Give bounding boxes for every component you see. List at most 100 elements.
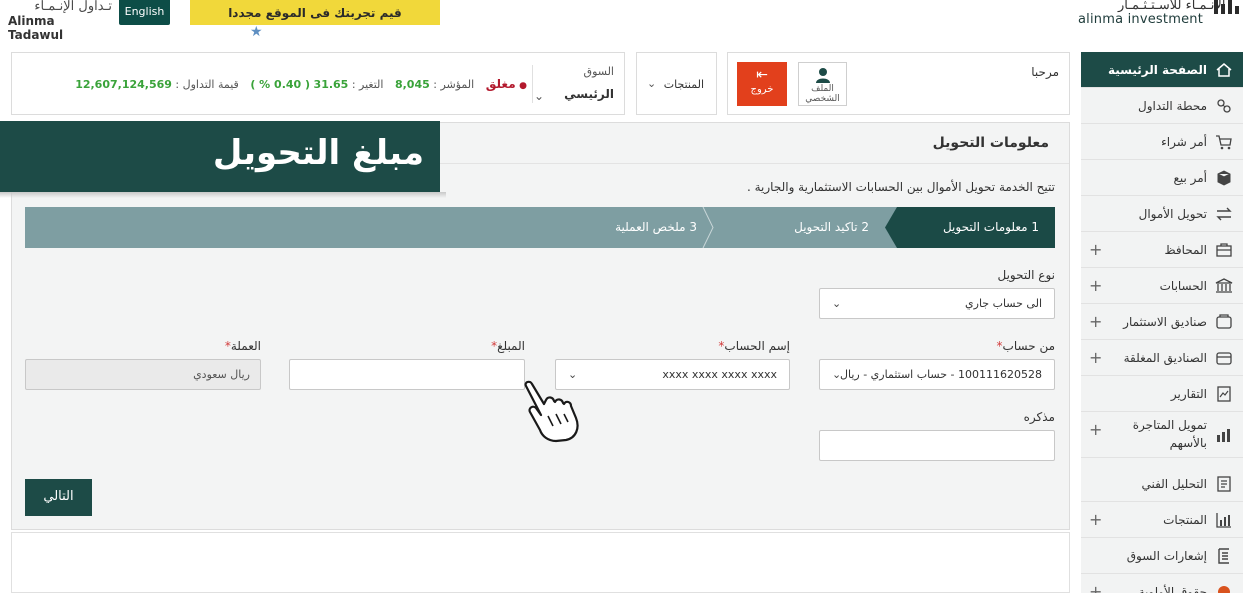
caption-text: مبلغ التحويل <box>212 133 424 173</box>
user-icon <box>815 68 830 83</box>
page-description: تتيح الخدمة تحويل الأموال بين الحسابات ا… <box>746 180 1055 194</box>
divider <box>532 65 533 103</box>
sidebar-item-technical-analysis[interactable]: التحليل الفني <box>1081 466 1243 502</box>
sidebar-item-reports[interactable]: التقارير <box>1081 376 1243 412</box>
sidebar-item-label: الحسابات <box>1159 279 1207 293</box>
step-separator <box>702 207 714 248</box>
sidebar-item-products[interactable]: المنتجات + <box>1081 502 1243 538</box>
market-ticker: ● مغلق المؤشر : 8,045 التغير : 31.65 ( 0… <box>75 77 527 95</box>
index-label: المؤشر : <box>433 78 475 91</box>
logo-arabic-text: تـداول الإنـمـاء <box>34 0 112 14</box>
currency-label-text: العملة <box>230 339 261 353</box>
memo-input[interactable] <box>819 430 1055 461</box>
currency-value: ريال سعودي <box>193 368 250 381</box>
expand-plus-icon[interactable]: + <box>1089 276 1102 295</box>
market-status-panel: السوق الرئيسي ⌄ ● مغلق المؤشر : 8,045 ال… <box>11 52 625 115</box>
sidebar-item-label: المنتجات <box>1163 513 1207 527</box>
sidebar-item-closed-funds[interactable]: الصناديق المغلقة + <box>1081 340 1243 376</box>
wizard-steps: 1 معلومات التحويل 2 تاكيد التحويل 3 ملخص… <box>25 207 1055 248</box>
closed-fund-icon <box>1216 352 1232 365</box>
sidebar-item-portfolios[interactable]: المحافظ + <box>1081 232 1243 268</box>
expand-plus-icon[interactable]: + <box>1089 348 1102 367</box>
sidebar-item-buy-order[interactable]: أمر شراء <box>1081 124 1243 160</box>
products-dropdown[interactable]: المنتجات ⌄ <box>636 52 717 115</box>
account-name-value: xxxx xxxx xxxx xxxx <box>662 368 777 381</box>
logo-english-text: Alinma Tadawul <box>8 14 64 42</box>
transfer-arrows-icon <box>1216 207 1232 221</box>
home-icon <box>1216 63 1232 77</box>
sidebar-item-label: محطة التداول <box>1137 99 1207 113</box>
from-account-value: 100111620528 - حساب استثماري - ريال <box>840 368 1042 381</box>
sidebar-item-label: إشعارات السوق <box>1126 549 1207 563</box>
memo-label: مذكره <box>1023 410 1055 424</box>
account-name-label: إسم الحساب* <box>714 339 790 353</box>
sidebar-item-trading-station[interactable]: محطة التداول <box>1081 88 1243 124</box>
market-selector[interactable]: السوق الرئيسي ⌄ <box>532 53 614 114</box>
step-2: 2 تاكيد التحويل <box>794 220 869 234</box>
alinma-investment-logo[interactable]: الإنـمـاء للاسـتـثـمـار alinma investmen… <box>1078 0 1250 28</box>
sidebar-item-label: التقارير <box>1170 387 1207 401</box>
logout-button[interactable]: ⇤ خروج <box>737 62 787 106</box>
bank-icon <box>1215 278 1233 293</box>
sidebar-item-priority-rights[interactable]: حقوق الأولوية + <box>1081 574 1243 593</box>
sidebar-item-label: الصناديق المغلقة <box>1123 351 1207 365</box>
chevron-down-icon: ⌄ <box>534 89 545 103</box>
change-label: التغير : <box>351 78 384 91</box>
transfer-type-label: نوع التحويل <box>997 268 1056 282</box>
sidebar-item-market-notifications[interactable]: إشعارات السوق <box>1081 538 1243 574</box>
content-footer-area <box>11 532 1070 593</box>
index-value: 8,045 <box>394 78 430 91</box>
expand-plus-icon[interactable]: + <box>1089 240 1102 259</box>
logout-icon: ⇤ <box>756 67 768 83</box>
transfer-type-value: الى حساب جاري <box>965 297 1042 310</box>
sidebar-item-sell-order[interactable]: أمر بيع <box>1081 160 1243 196</box>
change-value: 31.65 <box>313 78 349 91</box>
next-button[interactable]: التالي <box>25 479 92 516</box>
alinma-tadawul-logo[interactable]: تـداول الإنـمـاء Alinma Tadawul <box>8 0 112 42</box>
amount-label-text: المبلغ <box>497 339 525 353</box>
sidebar-item-accounts[interactable]: الحسابات + <box>1081 268 1243 304</box>
welcome-text: مرحبا <box>1031 65 1059 79</box>
sidebar-item-investment-funds[interactable]: صناديق الاستثمار + <box>1081 304 1243 340</box>
expand-plus-icon[interactable]: + <box>1089 420 1102 439</box>
briefcase-icon <box>1216 243 1232 257</box>
user-panel: ⇤ خروج الملف الشخصي مرحبا <box>727 52 1070 115</box>
expand-plus-icon[interactable]: + <box>1089 312 1102 331</box>
language-toggle-button[interactable]: English <box>119 0 170 25</box>
expand-plus-icon[interactable]: + <box>1089 510 1102 529</box>
profile-button[interactable]: الملف الشخصي <box>798 62 847 106</box>
margin-finance-icon <box>1217 429 1230 442</box>
sidebar-item-home[interactable]: الصفحة الرئيسية <box>1081 52 1243 88</box>
sidebar-item-fund-transfer[interactable]: تحويل الأموال <box>1081 196 1243 232</box>
analysis-icon <box>1217 476 1231 492</box>
box-icon <box>1217 170 1231 186</box>
sidebar-item-margin-finance[interactable]: تمويل المتاجرة بالأسهم + <box>1081 412 1243 458</box>
chevron-down-icon: ⌄ <box>647 77 657 90</box>
page-title: معلومات التحويل <box>932 135 1049 151</box>
expand-plus-icon[interactable]: + <box>1089 582 1102 593</box>
profile-label: الملف الشخصي <box>805 84 840 104</box>
logout-label: خروج <box>750 84 774 95</box>
currency-field: ريال سعودي <box>25 359 261 390</box>
products-label: المنتجات <box>663 78 704 91</box>
sidebar-nav: الصفحة الرئيسية محطة التداول أمر شراء أم… <box>1081 52 1243 593</box>
products-chart-icon <box>1216 513 1231 528</box>
step-1: 1 معلومات التحويل <box>942 220 1039 234</box>
star-icon[interactable]: ★ <box>250 24 263 40</box>
chevron-down-icon: ⌄ <box>832 368 842 381</box>
reports-icon <box>1217 386 1231 402</box>
sidebar-item-label: تحويل الأموال <box>1138 207 1207 221</box>
transfer-type-select[interactable]: الى حساب جاري ⌄ <box>819 288 1055 319</box>
market-closed-status: مغلق <box>485 77 516 91</box>
amount-input[interactable] <box>289 359 525 390</box>
sidebar-item-label: التحليل الفني <box>1141 477 1207 491</box>
page-edge <box>1243 52 1257 593</box>
feedback-banner[interactable]: قيم تجربتك فى الموقع مجددا <box>190 0 440 25</box>
turnover-value: 12,607,124,569 <box>75 78 172 91</box>
chevron-down-icon: ⌄ <box>832 297 842 310</box>
change-percent: ( 0.40 % ) <box>250 78 311 91</box>
top-header: تـداول الإنـمـاء Alinma Tadawul English … <box>0 0 1257 48</box>
from-account-label-text: من حساب <box>1002 339 1055 353</box>
from-account-select[interactable]: 100111620528 - حساب استثماري - ريال ⌄ <box>819 359 1055 390</box>
trading-station-icon <box>1217 99 1231 113</box>
